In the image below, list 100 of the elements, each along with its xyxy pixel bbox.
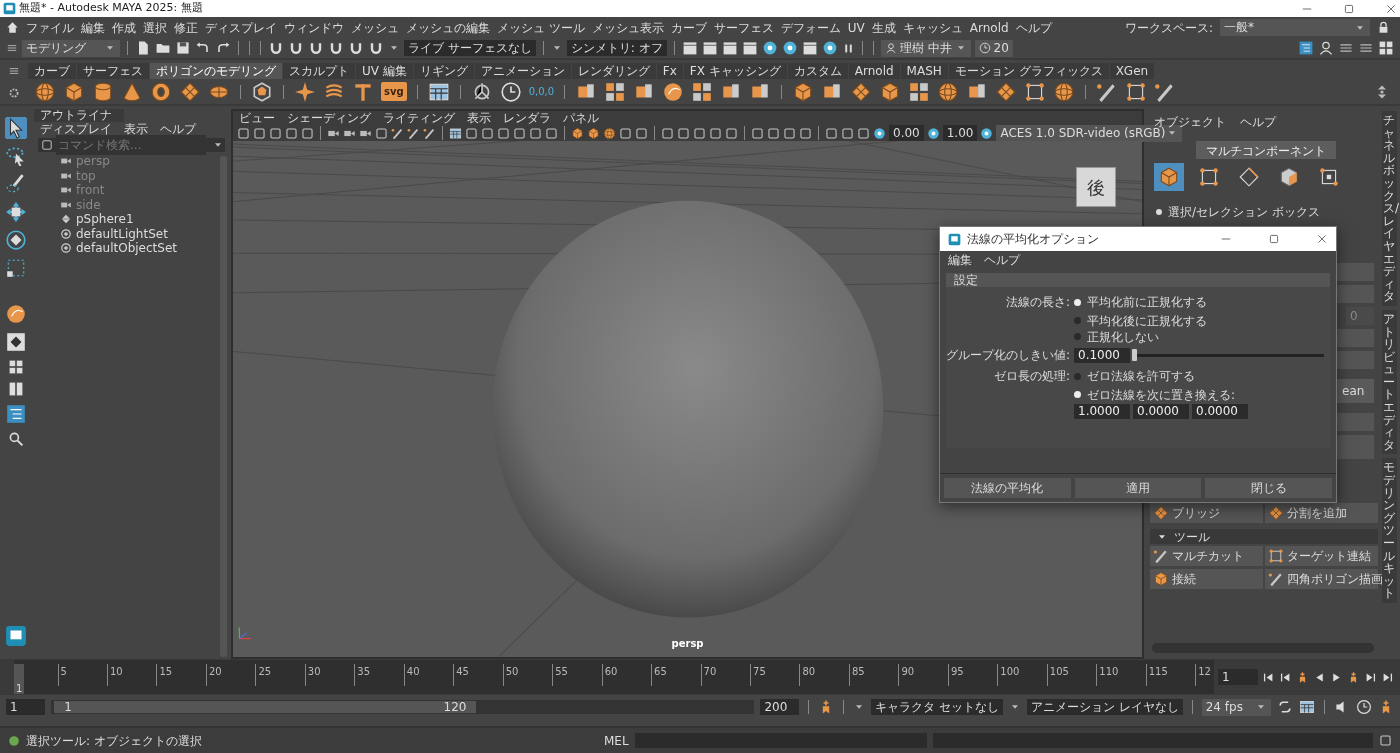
shelf-tab[interactable]: Fx: [656, 63, 683, 79]
home-icon[interactable]: [6, 21, 19, 34]
radio-button[interactable]: [1074, 317, 1081, 324]
cube-icon[interactable]: [571, 126, 584, 140]
viewport-tool-icon[interactable]: [841, 126, 854, 140]
live-surface-field[interactable]: ライブ サーフェスなし: [404, 40, 536, 56]
menu-item[interactable]: ヘルプ: [160, 122, 196, 136]
snap-icon[interactable]: [268, 40, 284, 56]
tool-button[interactable]: 接続: [1150, 569, 1263, 589]
viewport-tool-icon[interactable]: [751, 126, 764, 140]
panel-toggle-icon[interactable]: [1378, 40, 1394, 56]
menu-item[interactable]: サーフェス: [713, 18, 774, 37]
character-set-field[interactable]: キャラクタ セットなし: [871, 699, 1003, 715]
ball-icon[interactable]: [5, 303, 27, 325]
tool-button[interactable]: ターゲット連結: [1265, 546, 1378, 566]
viewport-tool-icon[interactable]: [545, 126, 558, 140]
menu-item[interactable]: カーブ: [670, 18, 707, 37]
viewport-tool-icon[interactable]: [677, 126, 690, 140]
dialog-button[interactable]: 法線の平均化: [944, 478, 1071, 498]
search-icon[interactable]: [8, 431, 24, 447]
outliner-toggle-icon[interactable]: [1298, 40, 1314, 56]
symmetry-field[interactable]: シンメトリ: オフ: [566, 40, 667, 56]
menu-icon[interactable]: [6, 42, 18, 54]
shelf-tab[interactable]: アニメーション: [474, 63, 571, 79]
polyhedron-icon[interactable]: [251, 80, 273, 103]
shelf-tab[interactable]: サーフェス: [77, 63, 149, 79]
diamond-icon[interactable]: [995, 80, 1018, 103]
radio-dot[interactable]: [1156, 209, 1162, 215]
tool-button[interactable]: 分割を追加: [1265, 503, 1378, 523]
viewport-tool-icon[interactable]: [497, 126, 510, 140]
frame-field[interactable]: 1: [1218, 669, 1258, 685]
menu-item[interactable]: デフォーム: [780, 18, 841, 37]
value-field[interactable]: 0.1000: [1074, 347, 1130, 363]
time-ruler[interactable]: 5 10 15 20 25 30 35 40 45 50 55 60 65 70 75 80 85 90 95 100 105 110 115 12 1: [14, 660, 1214, 694]
side-tab[interactable]: チャネルボックス/レイヤエディタ: [1382, 111, 1397, 306]
menu-item[interactable]: キャッシュ: [902, 18, 963, 37]
range-slider[interactable]: 1 120: [54, 701, 477, 713]
figure-icon[interactable]: [1318, 40, 1334, 56]
viewport-tool-icon[interactable]: [253, 126, 266, 140]
menu-item[interactable]: ヘルプ: [1240, 113, 1276, 131]
snap-icon[interactable]: [368, 40, 384, 56]
sphere-icon[interactable]: [937, 80, 960, 103]
viewport-tool-icon[interactable]: [635, 126, 648, 140]
menu-item[interactable]: 修正: [174, 18, 198, 37]
menu-item[interactable]: メッシュ ツール: [497, 18, 585, 37]
panel-tab[interactable]: アウトライナ: [34, 109, 124, 122]
menu-item[interactable]: メッシュの編集: [406, 18, 490, 37]
menu-icon[interactable]: [8, 65, 20, 77]
viewport-tool-icon[interactable]: [783, 126, 796, 140]
viewport-tool-icon[interactable]: [269, 126, 282, 140]
sphere-icon[interactable]: [1053, 80, 1076, 103]
viewport-tool-icon[interactable]: [661, 126, 674, 140]
mode-button[interactable]: マルチコンポーネント: [1196, 141, 1336, 159]
snap-icon[interactable]: [288, 40, 304, 56]
menu-item[interactable]: ウィンドウ: [284, 18, 344, 37]
snap-icon[interactable]: [308, 40, 324, 56]
radio-button[interactable]: [1074, 333, 1081, 340]
script-editor-icon[interactable]: [1379, 734, 1392, 747]
menu-item[interactable]: メッシュ: [351, 18, 399, 37]
snap-icon[interactable]: [328, 40, 344, 56]
menu-item[interactable]: パネル: [563, 111, 599, 125]
outliner-item[interactable]: pSphere1: [34, 212, 218, 227]
blocks-icon[interactable]: [604, 80, 627, 103]
dialog-button[interactable]: 適用: [1074, 478, 1202, 498]
menu-item[interactable]: 作成: [112, 18, 136, 37]
current-frame-marker[interactable]: 1: [14, 664, 24, 694]
cone-icon[interactable]: [121, 80, 143, 103]
range-end-field[interactable]: 200: [760, 699, 800, 715]
render-icon[interactable]: [721, 40, 738, 56]
section-header[interactable]: ツール: [1150, 529, 1378, 544]
menu-item[interactable]: 表示: [467, 111, 491, 125]
layout-icon[interactable]: [5, 331, 27, 353]
shelf-tab[interactable]: カーブ: [28, 63, 76, 79]
viewport-tool-icon[interactable]: [375, 126, 388, 140]
render-icon[interactable]: [741, 40, 758, 56]
grid-icon[interactable]: [1299, 699, 1315, 715]
scale-tool-icon[interactable]: [5, 257, 27, 279]
viewport-tool-icon[interactable]: [285, 126, 298, 140]
cube-icon[interactable]: [587, 126, 600, 140]
outliner-layout-icon[interactable]: [5, 403, 27, 425]
viewport-tool-icon[interactable]: [619, 126, 632, 140]
shelf-tab[interactable]: FX キャッシング: [683, 63, 787, 79]
viewport-tool-icon[interactable]: [799, 126, 812, 140]
save-icon[interactable]: [175, 40, 191, 56]
shelf-tab[interactable]: モーション グラフィックス: [948, 63, 1109, 79]
menu-item[interactable]: 編集: [948, 253, 972, 267]
pen-icon[interactable]: [391, 126, 404, 140]
render-icon[interactable]: [701, 40, 718, 56]
svg-icon[interactable]: svg: [381, 82, 407, 101]
workspace-dropdown[interactable]: 一般*: [1220, 19, 1370, 36]
clock-icon[interactable]: [499, 80, 522, 103]
exposure-field[interactable]: 0.00: [889, 125, 924, 141]
viewport-tool-icon[interactable]: [513, 126, 526, 140]
square-points-icon[interactable]: [1125, 80, 1148, 103]
render-icon[interactable]: [801, 40, 818, 56]
render-view-icon[interactable]: [761, 40, 778, 56]
tool-button[interactable]: マルチカット: [1150, 546, 1263, 566]
clock-icon[interactable]: [1356, 699, 1372, 715]
menu-item[interactable]: ディスプレイ: [40, 122, 112, 136]
diamond-icon[interactable]: [850, 80, 873, 103]
